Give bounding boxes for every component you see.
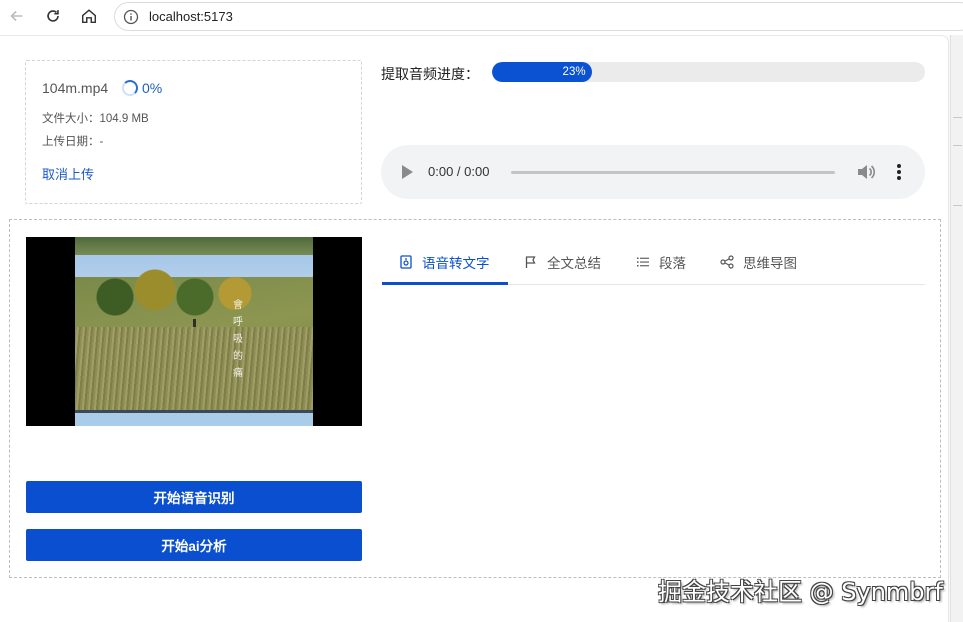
volume-icon[interactable] — [856, 163, 876, 181]
list-icon — [637, 257, 649, 266]
share-nodes-icon — [720, 254, 734, 269]
video-player[interactable]: 會呼吸的痛 — [26, 237, 362, 426]
progress-fill: 23% — [492, 62, 592, 82]
tab-label: 全文总结 — [547, 255, 601, 271]
active-tab-indicator — [382, 282, 508, 285]
loading-spinner-icon — [122, 80, 138, 96]
start-recognition-button[interactable]: 开始语音识别 — [26, 481, 362, 513]
audio-time: 0:00 / 0:00 — [428, 164, 490, 179]
upload-percent: 0% — [142, 80, 163, 96]
video-figure — [193, 319, 196, 327]
tab-label: 思维导图 — [743, 255, 797, 271]
upload-card: 104m.mp4 0% 文件大小：104.9 MB 上传日期：- 取消上传 — [25, 60, 362, 204]
tab-paragraphs[interactable]: 段落 — [636, 238, 686, 285]
tab-label: 段落 — [659, 255, 686, 271]
video-frame: 會呼吸的痛 — [75, 237, 313, 426]
home-icon[interactable] — [77, 4, 101, 28]
start-ai-analysis-button[interactable]: 开始ai分析 — [26, 529, 362, 561]
scrollbar[interactable] — [950, 35, 963, 622]
tab-bar: 语音转文字 全文总结 段落 思维导图 — [382, 238, 925, 285]
watermark: 掘金技术社区 @ Synmbrf — [658, 578, 943, 606]
file-size: 文件大小：104.9 MB — [42, 113, 149, 125]
more-options-icon[interactable] — [893, 163, 905, 181]
tab-label: 语音转文字 — [422, 255, 490, 271]
audio-player: 0:00 / 0:00 — [381, 145, 925, 199]
upload-date: 上传日期：- — [42, 136, 104, 148]
address-bar[interactable]: localhost:5173 — [114, 2, 963, 31]
tab-speech-to-text[interactable]: 语音转文字 — [399, 238, 490, 285]
audio-extract-progress: 23% — [492, 62, 925, 82]
tab-mindmap[interactable]: 思维导图 — [720, 238, 797, 285]
reload-icon[interactable] — [41, 4, 65, 28]
file-audio-icon — [400, 254, 412, 269]
info-icon[interactable] — [123, 9, 139, 25]
tab-summary[interactable]: 全文总结 — [524, 238, 601, 285]
url-text: localhost:5173 — [149, 9, 233, 24]
audio-seek-bar[interactable] — [511, 171, 835, 174]
play-icon[interactable] — [402, 165, 413, 179]
browser-toolbar: localhost:5173 — [0, 0, 963, 33]
file-name: 104m.mp4 — [42, 80, 109, 96]
progress-text: 23% — [562, 66, 586, 78]
video-subtitle: 會呼吸的痛 — [233, 300, 243, 379]
progress-label: 提取音频进度： — [381, 66, 479, 82]
back-icon[interactable] — [5, 4, 29, 28]
flag-icon — [525, 255, 536, 268]
cancel-upload-link[interactable]: 取消上传 — [42, 164, 94, 183]
